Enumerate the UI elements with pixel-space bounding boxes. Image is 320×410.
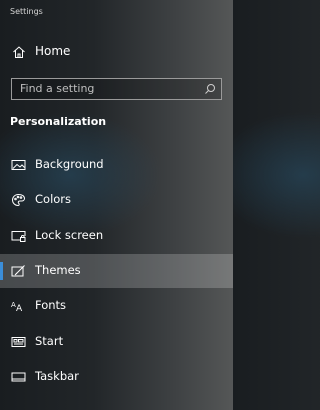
nav-item-start[interactable]: Start — [0, 325, 233, 359]
nav-item-themes[interactable]: Themes — [0, 254, 233, 288]
nav-item-background[interactable]: Background — [0, 148, 233, 182]
window-title: Settings — [10, 7, 43, 16]
search-icon[interactable] — [204, 83, 216, 95]
home-icon — [12, 45, 26, 59]
taskbar-icon — [11, 370, 26, 384]
nav-item-label: Fonts — [35, 298, 67, 312]
nav-item-label: Lock screen — [35, 228, 104, 242]
lock-screen-icon — [11, 229, 26, 243]
svg-text:A: A — [16, 304, 23, 313]
nav-item-label: Start — [35, 334, 64, 348]
home-label: Home — [35, 44, 71, 58]
nav-item-lock-screen[interactable]: Lock screen — [0, 219, 233, 253]
nav-item-taskbar[interactable]: Taskbar — [0, 360, 233, 394]
palette-icon — [11, 193, 26, 207]
nav-item-label: Themes — [35, 263, 81, 277]
brush-icon — [11, 264, 26, 278]
picture-icon — [11, 158, 26, 172]
nav-item-label: Taskbar — [35, 369, 79, 383]
nav-item-fonts[interactable]: A A Fonts — [0, 289, 233, 323]
font-icon: A A — [11, 299, 26, 313]
search-input[interactable]: Find a setting — [11, 78, 222, 100]
section-title: Personalization — [10, 115, 107, 128]
nav-item-colors[interactable]: Colors — [0, 183, 233, 217]
home-nav-item[interactable]: Home — [0, 38, 233, 66]
search-placeholder: Find a setting — [20, 82, 95, 95]
start-menu-icon — [11, 335, 26, 349]
selection-indicator — [0, 262, 3, 280]
nav-item-label: Colors — [35, 192, 72, 206]
nav-item-label: Background — [35, 157, 104, 171]
